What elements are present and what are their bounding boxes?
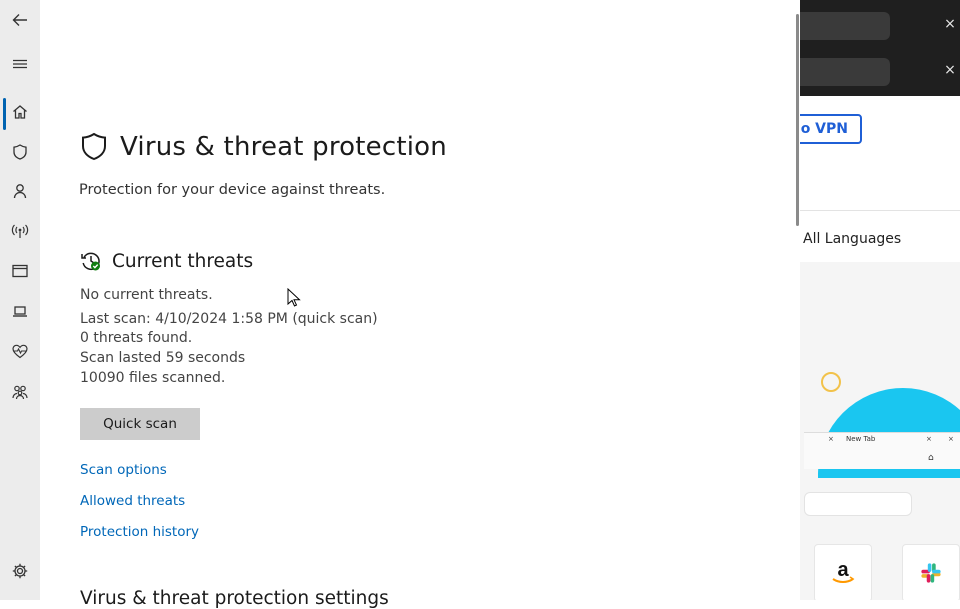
- scan-duration-text: Scan lasted 59 seconds: [80, 350, 246, 366]
- threats-found-text: 0 threats found.: [80, 330, 193, 346]
- browser-tab[interactable]: [800, 12, 890, 40]
- app-browser-icon[interactable]: [0, 253, 40, 289]
- languages-link[interactable]: All Languages: [803, 231, 901, 247]
- page-subtitle: Protection for your device against threa…: [79, 182, 386, 198]
- slack-logo-icon: [921, 563, 941, 583]
- divider: [800, 210, 960, 211]
- laptop-icon[interactable]: [0, 293, 40, 329]
- person-icon[interactable]: [0, 173, 40, 209]
- mini-close-icon: ×: [926, 435, 932, 443]
- hamburger-icon[interactable]: [0, 46, 40, 82]
- browser-tab[interactable]: [800, 58, 890, 86]
- amazon-tile[interactable]: a: [814, 544, 872, 600]
- gear-icon[interactable]: [0, 553, 40, 589]
- files-scanned-text: 10090 files scanned.: [80, 370, 226, 386]
- settings-section-heading: Virus & threat protection settings: [80, 588, 389, 609]
- shield-icon: [82, 132, 106, 161]
- search-input[interactable]: [804, 492, 912, 516]
- home-icon[interactable]: [0, 94, 40, 130]
- amazon-logo-icon: a: [832, 559, 855, 583]
- mini-browser-preview: × New Tab × × ⌂: [804, 432, 960, 469]
- shield-icon[interactable]: [0, 134, 40, 170]
- wireless-icon[interactable]: [0, 213, 40, 249]
- mini-close-icon: ×: [948, 435, 954, 443]
- tab-close-icon[interactable]: ×: [942, 16, 958, 32]
- vpn-button[interactable]: o VPN: [800, 114, 862, 144]
- svg-text:a: a: [837, 559, 849, 581]
- quick-scan-button[interactable]: Quick scan: [80, 408, 200, 440]
- mini-close-icon: ×: [828, 435, 834, 443]
- nav-rail: [0, 0, 40, 600]
- scan-options-link[interactable]: Scan options: [80, 462, 167, 478]
- sun-circle-icon: [821, 372, 841, 392]
- page-header: Virus & threat protection: [80, 132, 447, 162]
- browser-tabstrip: × ×: [800, 0, 960, 96]
- background-browser-window: × × o VPN All Languages × New Tab × × ⌂ …: [800, 0, 960, 600]
- tab-close-icon[interactable]: ×: [942, 62, 958, 78]
- heart-pulse-icon[interactable]: [0, 333, 40, 369]
- current-threats-header: Current threats: [80, 250, 253, 272]
- mini-tab-label: New Tab: [846, 435, 876, 443]
- slack-tile[interactable]: [902, 544, 960, 600]
- mini-home-icon: ⌂: [928, 453, 934, 463]
- allowed-threats-link[interactable]: Allowed threats: [80, 493, 185, 509]
- threat-status-text: No current threats.: [80, 287, 213, 303]
- scan-clock-icon: [81, 252, 100, 271]
- back-arrow-icon[interactable]: [0, 2, 40, 38]
- last-scan-text: Last scan: 4/10/2024 1:58 PM (quick scan…: [80, 311, 378, 327]
- page-title: Virus & threat protection: [120, 132, 447, 162]
- scrollbar[interactable]: [796, 14, 799, 226]
- family-icon[interactable]: [0, 374, 40, 410]
- mouse-cursor-icon: [287, 288, 301, 307]
- main-pane: Virus & threat protection Protection for…: [40, 0, 800, 609]
- protection-history-link[interactable]: Protection history: [80, 524, 199, 540]
- current-threats-heading: Current threats: [112, 250, 254, 272]
